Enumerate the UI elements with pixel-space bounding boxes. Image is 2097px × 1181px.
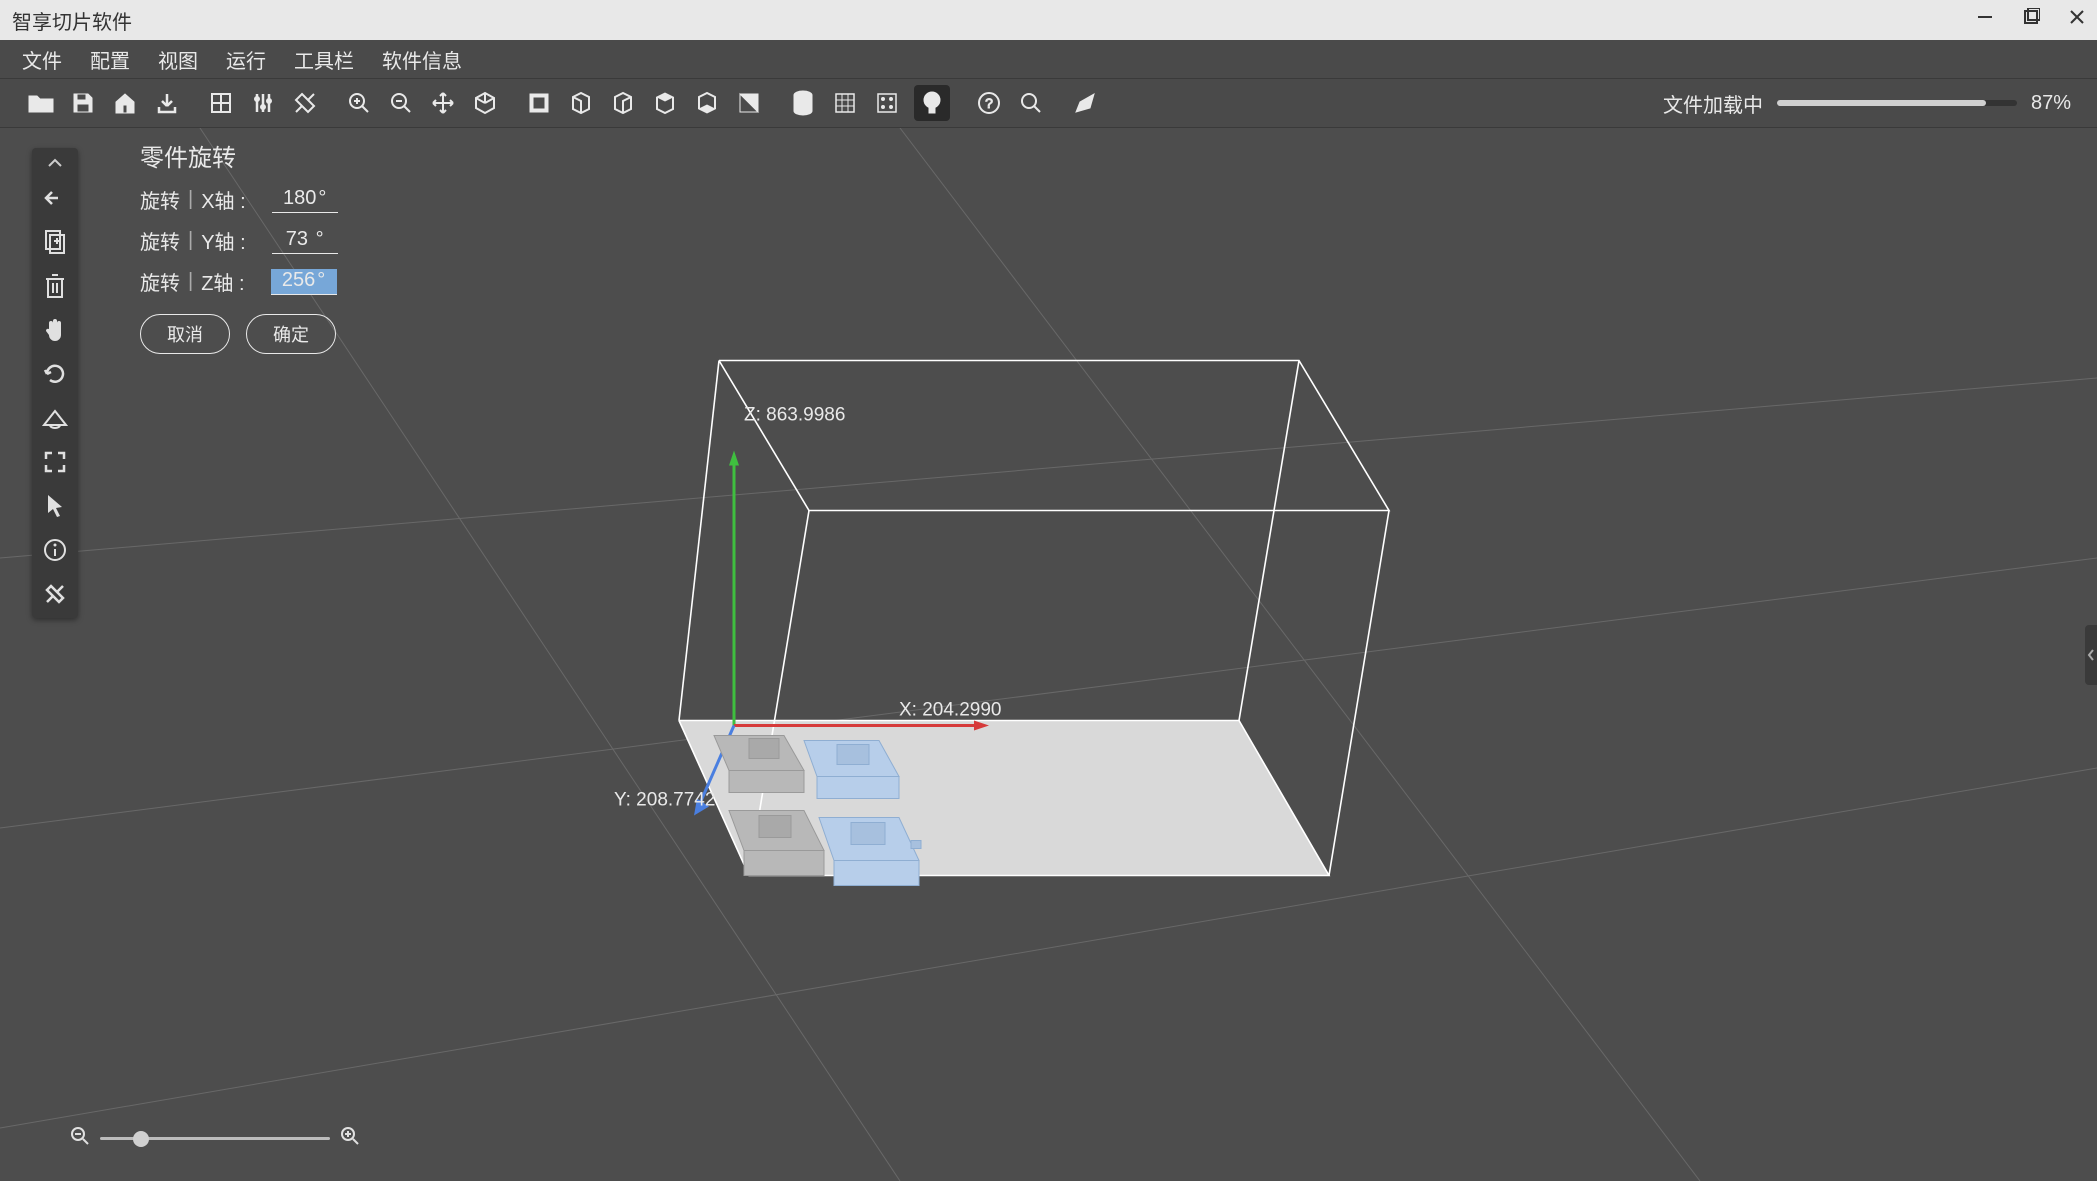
rotate-panel: 零件旋转 旋转 | X轴 : 180° 旋转 | Y轴 : 73 ° 旋转 | … (140, 138, 338, 354)
cylinder-icon[interactable] (788, 88, 818, 118)
zoom-slider[interactable] (70, 1126, 360, 1151)
maximize-button[interactable] (2019, 8, 2043, 32)
import-icon[interactable] (152, 88, 182, 118)
axis-y-label: Y轴 : (201, 226, 245, 255)
support-dots-icon[interactable] (872, 88, 902, 118)
rotate-label-x: 旋转 (140, 185, 180, 214)
svg-text:?: ? (985, 95, 993, 111)
title-bar: 智享切片软件 (0, 0, 2097, 40)
reset-icon[interactable] (41, 360, 69, 388)
support-grid-icon[interactable] (830, 88, 860, 118)
close-button[interactable] (2065, 8, 2089, 32)
menu-config[interactable]: 配置 (90, 45, 130, 74)
zoom-out-icon[interactable] (386, 88, 416, 118)
cursor-icon[interactable] (41, 492, 69, 520)
menu-file[interactable]: 文件 (22, 45, 62, 74)
view-top-icon[interactable] (650, 88, 680, 118)
zoom-handle[interactable] (133, 1131, 149, 1147)
z-axis-label: Z: 863.9986 (744, 405, 845, 426)
loading-percent: 87% (2031, 92, 2071, 115)
rotate-label-y: 旋转 (140, 226, 180, 255)
view-bottom-icon[interactable] (692, 88, 722, 118)
shade-icon[interactable] (734, 88, 764, 118)
axis-x-input[interactable]: 180° (272, 187, 338, 213)
grid-icon[interactable] (206, 88, 236, 118)
collapse-toggle[interactable] (42, 158, 68, 168)
loading-bar (1777, 100, 2017, 106)
move-icon[interactable] (428, 88, 458, 118)
loading-label: 文件加载中 (1663, 89, 1763, 118)
rotate-tool-icon[interactable] (41, 404, 69, 432)
home-icon[interactable] (110, 88, 140, 118)
workspace[interactable]: 零件旋转 旋转 | X轴 : 180° 旋转 | Y轴 : 73 ° 旋转 | … (0, 128, 2097, 1181)
menu-bar: 文件 配置 视图 运行 工具栏 软件信息 (0, 40, 2097, 78)
toolbar: ? 文件加载中 87% (0, 78, 2097, 128)
axis-z-input[interactable]: 256° (271, 269, 337, 295)
copy-icon[interactable] (41, 228, 69, 256)
3d-scene[interactable]: Z: 863.9986 X: 204.2990 Y: 208.7742 (599, 321, 1499, 946)
menu-info[interactable]: 软件信息 (382, 45, 462, 74)
axis-x-label: X轴 : (201, 185, 245, 214)
save-icon[interactable] (68, 88, 98, 118)
help-icon[interactable]: ? (974, 88, 1004, 118)
view-left-icon[interactable] (566, 88, 596, 118)
side-toolbar (32, 148, 78, 618)
tools-icon[interactable] (290, 88, 320, 118)
panel-title: 零件旋转 (140, 138, 338, 173)
minimize-button[interactable] (1973, 8, 1997, 32)
app-title: 智享切片软件 (12, 6, 132, 35)
search-icon[interactable] (1016, 88, 1046, 118)
bulb-icon[interactable] (914, 85, 950, 121)
y-axis-label: Y: 208.7742 (614, 790, 715, 811)
zoom-out-small-icon[interactable] (70, 1126, 90, 1151)
window-controls (1973, 0, 2089, 40)
x-axis-label: X: 204.2990 (899, 700, 1001, 721)
undo-icon[interactable] (41, 184, 69, 212)
menu-view[interactable]: 视图 (158, 45, 198, 74)
loading-status: 文件加载中 87% (1663, 89, 2071, 118)
axis-y-input[interactable]: 73 ° (272, 228, 338, 254)
hand-icon[interactable] (41, 316, 69, 344)
fullscreen-icon[interactable] (41, 448, 69, 476)
zoom-track[interactable] (100, 1137, 330, 1140)
open-folder-icon[interactable] (26, 88, 56, 118)
info-icon[interactable] (41, 536, 69, 564)
cancel-button[interactable]: 取消 (140, 314, 230, 354)
cube-iso-icon[interactable] (470, 88, 500, 118)
axis-z-label: Z轴 : (201, 267, 244, 296)
rotate-label-z: 旋转 (140, 267, 180, 296)
zoom-in-icon[interactable] (344, 88, 374, 118)
right-panel-toggle[interactable] (2085, 625, 2097, 685)
confirm-button[interactable]: 确定 (246, 314, 336, 354)
trash-icon[interactable] (41, 272, 69, 300)
menu-run[interactable]: 运行 (226, 45, 266, 74)
zoom-in-small-icon[interactable] (340, 1126, 360, 1151)
view-front-icon[interactable] (524, 88, 554, 118)
menu-toolbar[interactable]: 工具栏 (294, 45, 354, 74)
fix-icon[interactable] (41, 580, 69, 608)
sliders-icon[interactable] (248, 88, 278, 118)
view-right-icon[interactable] (608, 88, 638, 118)
brush-icon[interactable] (1070, 88, 1100, 118)
